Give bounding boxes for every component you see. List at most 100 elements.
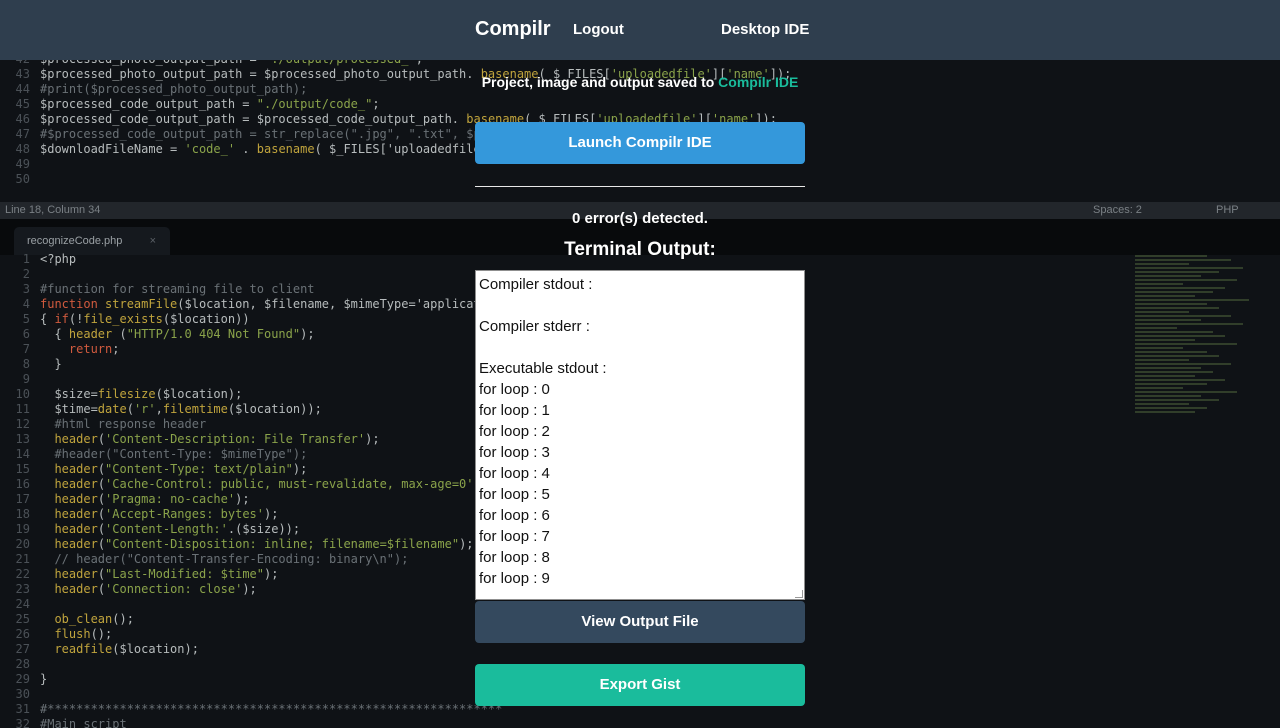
minimap-line bbox=[1135, 383, 1207, 385]
line-number: 32 bbox=[15, 717, 30, 728]
saved-message-text: Project, image and output saved to bbox=[481, 74, 719, 90]
export-gist-button[interactable]: Export Gist bbox=[475, 664, 805, 706]
desktop-ide-link[interactable]: Desktop IDE bbox=[721, 21, 809, 38]
line-number: 31 bbox=[15, 702, 30, 716]
line-text: header("Last-Modified: $time"); bbox=[54, 567, 279, 581]
terminal-line: Executable stdout : bbox=[479, 360, 607, 377]
saved-message: Project, image and output saved to Compi… bbox=[455, 74, 825, 90]
minimap-line bbox=[1135, 275, 1201, 277]
terminal-line: for loop : 4 bbox=[479, 465, 550, 482]
line-text: $downloadFileName = 'code_' . basename( … bbox=[40, 142, 481, 156]
minimap-line bbox=[1135, 335, 1225, 337]
brand-logo[interactable]: Compilr bbox=[475, 18, 551, 41]
minimap-line bbox=[1135, 331, 1213, 333]
line-number: 26 bbox=[15, 627, 30, 641]
line-number: 30 bbox=[15, 687, 30, 701]
minimap-line bbox=[1135, 315, 1231, 317]
line-number: 15 bbox=[15, 462, 30, 476]
minimap-line bbox=[1135, 351, 1207, 353]
divider bbox=[475, 186, 805, 187]
editor-tab[interactable]: recognizeCode.php × bbox=[14, 227, 170, 255]
terminal-line: Compiler stdout : bbox=[479, 276, 593, 293]
line-text: $processed_code_output_path = "./output/… bbox=[40, 97, 380, 111]
minimap-line bbox=[1135, 343, 1237, 345]
minimap-line bbox=[1135, 311, 1189, 313]
line-text: header('Cache-Control: public, must-reva… bbox=[54, 477, 480, 491]
minimap-line bbox=[1135, 355, 1219, 357]
resize-handle-icon[interactable] bbox=[795, 590, 803, 598]
line-number: 19 bbox=[15, 522, 30, 536]
line-text: #html response header bbox=[40, 417, 207, 431]
line-number: 4 bbox=[22, 297, 30, 311]
line-text: header("Content-Disposition: inline; fil… bbox=[54, 537, 474, 551]
minimap-line bbox=[1135, 407, 1207, 409]
minimap-line bbox=[1135, 399, 1219, 401]
line-number: 48 bbox=[15, 142, 30, 156]
launch-ide-button[interactable]: Launch Compilr IDE bbox=[475, 122, 805, 164]
line-text: { header ("HTTP/1.0 404 Not Found"); bbox=[40, 327, 315, 341]
minimap-line bbox=[1135, 379, 1225, 381]
line-number: 27 bbox=[15, 642, 30, 656]
minimap-line bbox=[1135, 363, 1231, 365]
minimap-line bbox=[1135, 291, 1213, 293]
line-number: 2 bbox=[22, 267, 30, 281]
status-cursor-position: Line 18, Column 34 bbox=[5, 204, 101, 216]
line-number: 29 bbox=[15, 672, 30, 686]
minimap-line bbox=[1135, 339, 1195, 341]
navbar: Compilr Logout Desktop IDE bbox=[0, 0, 1280, 60]
line-number: 17 bbox=[15, 492, 30, 506]
minimap-line bbox=[1135, 307, 1219, 309]
minimap-line bbox=[1135, 323, 1243, 325]
error-count: 0 error(s) detected. bbox=[572, 210, 708, 227]
terminal-line: for loop : 6 bbox=[479, 507, 550, 524]
terminal-output-textarea[interactable]: Compiler stdout : Compiler stderr : Execut… bbox=[475, 270, 805, 600]
editor-minimap[interactable] bbox=[1135, 255, 1255, 415]
line-number: 8 bbox=[22, 357, 30, 371]
line-text: #$processed_code_output_path = str_repla… bbox=[40, 127, 481, 141]
view-output-file-button[interactable]: View Output File bbox=[475, 601, 805, 643]
minimap-line bbox=[1135, 263, 1189, 265]
line-number: 23 bbox=[15, 582, 30, 596]
line-text: function streamFile($location, $filename… bbox=[40, 297, 481, 311]
close-icon[interactable]: × bbox=[150, 227, 156, 255]
line-text: #function for streaming file to client bbox=[40, 282, 315, 296]
line-text: header('Accept-Ranges: bytes'); bbox=[54, 507, 279, 521]
line-number: 20 bbox=[15, 537, 30, 551]
line-text: #Main script bbox=[40, 717, 127, 728]
compilr-ide-link[interactable]: Compilr IDE bbox=[718, 74, 798, 90]
line-text: // header("Content-Transfer-Encoding: bi… bbox=[40, 552, 409, 566]
line-number: 28 bbox=[15, 657, 30, 671]
status-indentation[interactable]: Spaces: 2 bbox=[1093, 202, 1142, 219]
minimap-line bbox=[1135, 371, 1213, 373]
logout-link[interactable]: Logout bbox=[573, 21, 624, 38]
line-number: 43 bbox=[15, 67, 30, 81]
line-number: 50 bbox=[15, 172, 30, 186]
status-language[interactable]: PHP bbox=[1216, 202, 1239, 219]
minimap-line bbox=[1135, 387, 1183, 389]
line-text: header('Content-Length:'.($size)); bbox=[54, 522, 301, 536]
line-text: ob_clean(); bbox=[54, 612, 134, 626]
line-number: 1 bbox=[22, 252, 30, 266]
terminal-line: for loop : 2 bbox=[479, 423, 550, 440]
line-number: 25 bbox=[15, 612, 30, 626]
line-text: header('Connection: close'); bbox=[54, 582, 257, 596]
line-number: 47 bbox=[15, 127, 30, 141]
minimap-line bbox=[1135, 259, 1231, 261]
terminal-line: for loop : 5 bbox=[479, 486, 550, 503]
minimap-line bbox=[1135, 271, 1219, 273]
line-number: 5 bbox=[22, 312, 30, 326]
line-text: header('Content-Description: File Transf… bbox=[54, 432, 380, 446]
line-text: { if(!file_exists($location)) bbox=[40, 312, 250, 326]
code-lines-top: 42$processed_photo_output_path = "./outp… bbox=[0, 52, 1135, 187]
line-text: header('Pragma: no-cache'); bbox=[54, 492, 250, 506]
line-number: 6 bbox=[22, 327, 30, 341]
terminal-line: for loop : 9 bbox=[479, 570, 550, 587]
line-number: 45 bbox=[15, 97, 30, 111]
minimap-line bbox=[1135, 279, 1237, 281]
line-number: 13 bbox=[15, 432, 30, 446]
line-text: #***************************************… bbox=[40, 702, 503, 716]
line-number: 44 bbox=[15, 82, 30, 96]
editor-tab-label: recognizeCode.php bbox=[27, 235, 123, 247]
code-line: 32 #Main script bbox=[0, 717, 1135, 728]
